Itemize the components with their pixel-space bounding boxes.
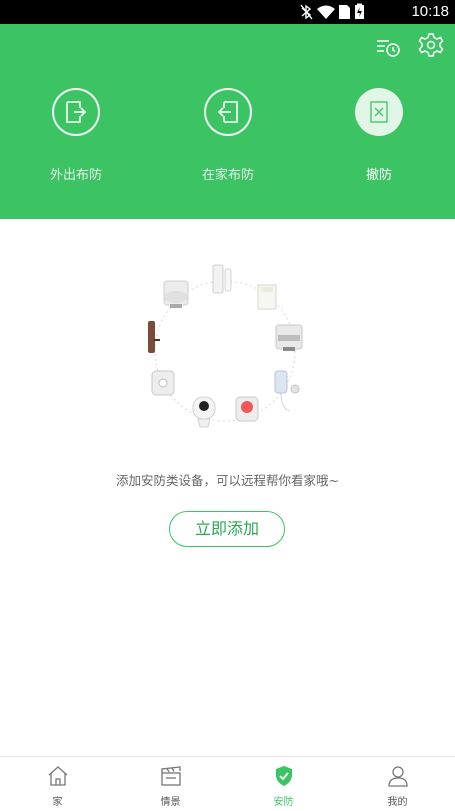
nav-profile[interactable]: 我的 <box>341 757 454 811</box>
disarm-icon <box>370 101 388 123</box>
no-sim-icon <box>339 5 350 19</box>
add-device-button[interactable]: 立即添加 <box>169 511 285 547</box>
water-leak-sensor-icon <box>274 370 300 412</box>
smoke-detector-icon <box>163 280 189 308</box>
camera-icon <box>192 396 216 428</box>
nav-home-label: 家 <box>52 797 63 808</box>
nav-scene[interactable]: 情景 <box>114 757 227 811</box>
shield-check-icon <box>275 766 292 786</box>
mode-away-arm[interactable]: 外出布防 <box>11 88 141 183</box>
mode-away-label: 外出布防 <box>49 168 102 183</box>
settings-button[interactable] <box>416 30 446 60</box>
emergency-button-icon <box>151 370 175 396</box>
mode-disarm[interactable]: 撤防 <box>314 88 444 183</box>
mode-home-arm[interactable]: 在家布防 <box>163 88 293 183</box>
empty-state-hint: 添加安防类设备，可以远程帮你看家哦~ <box>116 473 339 488</box>
mode-disarm-label: 撤防 <box>365 168 392 183</box>
battery-charging-icon <box>355 3 364 19</box>
security-devices-illustration <box>148 264 303 428</box>
history-log-button[interactable] <box>373 32 403 62</box>
nav-profile-label: 我的 <box>387 797 408 808</box>
clock: 10:18 <box>411 3 449 20</box>
nav-home[interactable]: 家 <box>1 757 114 811</box>
home-icon <box>48 766 67 786</box>
nav-scene-label: 情景 <box>160 797 181 808</box>
panic-button-icon <box>235 396 259 422</box>
mode-home-label: 在家布防 <box>201 168 254 183</box>
bottom-nav: 家 情景 安防 我的 <box>0 756 455 811</box>
nav-security[interactable]: 安防 <box>227 757 340 811</box>
wifi-icon <box>317 5 335 19</box>
smart-lock-icon <box>148 321 160 353</box>
status-icons <box>300 3 364 20</box>
profile-icon <box>387 766 408 787</box>
door-sensor-icon <box>212 264 232 294</box>
mode-disarm-circle <box>355 88 403 136</box>
security-header: 外出布防 在家布防 撤防 <box>0 24 455 219</box>
exit-door-icon <box>66 101 87 123</box>
settings-gear-icon <box>418 33 444 57</box>
nav-security-label: 安防 <box>273 797 294 808</box>
motion-sensor-icon <box>257 284 277 310</box>
status-bar: 10:18 <box>0 0 455 24</box>
mode-away-circle <box>52 88 100 136</box>
mode-home-circle <box>204 88 252 136</box>
gas-detector-icon <box>275 324 303 351</box>
enter-door-icon <box>217 101 238 123</box>
scene-clapper-icon <box>160 766 181 786</box>
history-log-icon <box>377 40 400 57</box>
empty-state: 添加安防类设备，可以远程帮你看家哦~ 立即添加 <box>0 219 455 569</box>
bluetooth-off-icon <box>300 4 313 20</box>
blank-area <box>0 569 455 756</box>
